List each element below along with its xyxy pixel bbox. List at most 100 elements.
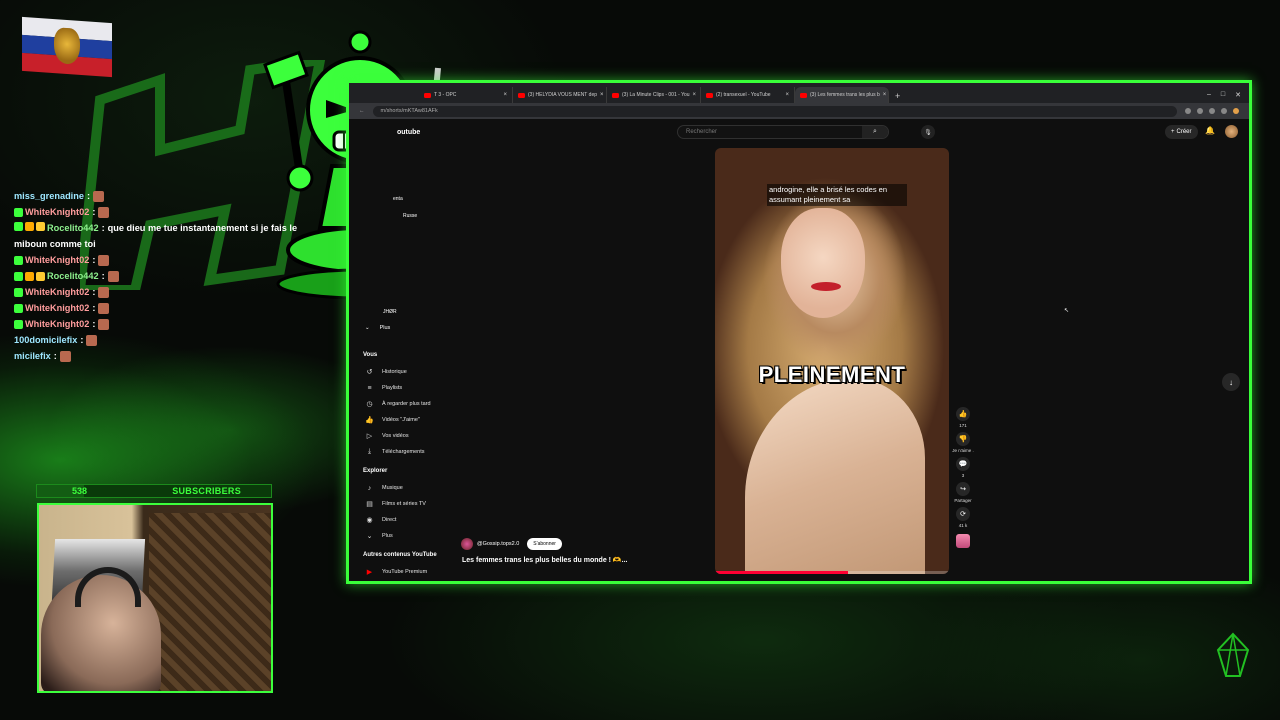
maximize-button[interactable]: □ [1221, 91, 1225, 99]
close-window-button[interactable]: ✕ [1235, 91, 1241, 99]
chat-emote-icon [107, 270, 119, 282]
chat-message: WhiteKnight02: [14, 252, 324, 268]
badge-icon [14, 303, 23, 313]
share-button[interactable]: ↪ [956, 482, 970, 496]
extension-icon[interactable] [1185, 108, 1191, 114]
coat-of-arms-icon [54, 27, 80, 65]
remix-button[interactable]: ⟳ [956, 507, 970, 521]
action-label: 41 k [958, 523, 968, 528]
browser-tab[interactable]: T 3 - OPC × [419, 87, 513, 103]
extension-icon[interactable] [1221, 108, 1227, 114]
close-tab-icon[interactable]: × [500, 92, 507, 98]
dislike-button[interactable]: 👎 [956, 432, 970, 446]
chat-emote-icon [98, 206, 110, 218]
chat-username[interactable]: WhiteKnight02 [25, 316, 89, 332]
sidebar-item[interactable]: ♪ Musique [359, 480, 449, 496]
badge-icon [36, 222, 45, 231]
youtube-logo-partial[interactable]: outube [397, 129, 420, 136]
next-short-button[interactable]: ↓ [1222, 373, 1240, 391]
avatar[interactable] [1225, 125, 1238, 138]
badge-icon [25, 271, 34, 281]
create-button[interactable]: + Créer [1165, 125, 1198, 139]
chat-username[interactable]: WhiteKnight02 [25, 284, 89, 300]
sound-thumbnail[interactable] [956, 534, 970, 548]
browser-tab[interactable]: (3) La Minute Clips - 001 - You × [607, 87, 701, 103]
chat-username[interactable]: 100domicilefix [14, 332, 77, 348]
sidebar-item[interactable]: ▷ Vos vidéos [359, 428, 449, 444]
video-progress-bar[interactable] [715, 571, 949, 574]
comments-button[interactable]: 💬 [956, 457, 970, 471]
youtube-favicon-icon [612, 92, 619, 98]
badge-icon [14, 222, 23, 231]
back-icon[interactable]: ← [359, 108, 365, 114]
wall-painting [149, 513, 271, 691]
create-label: Créer [1176, 129, 1192, 135]
close-tab-icon[interactable]: × [690, 92, 697, 98]
browser-tab[interactable]: (2) transexuel - YouTube × [701, 87, 795, 103]
notifications-bell-icon[interactable]: 🔔 [1205, 126, 1215, 135]
close-tab-icon[interactable]: × [782, 92, 789, 98]
sidebar-section-title[interactable]: Vous [363, 352, 449, 358]
sidebar-item-partial[interactable]: enta [393, 196, 403, 202]
clock-icon: ◷ [366, 401, 373, 408]
chat-emote-icon [98, 302, 110, 314]
extension-icon[interactable] [1197, 108, 1203, 114]
extension-icon[interactable] [1209, 108, 1215, 114]
chat-username[interactable]: WhiteKnight02 [25, 204, 89, 220]
sidebar-item[interactable]: ↺ Historique [359, 364, 449, 380]
sidebar-item[interactable]: ▶ YouTube Premium [359, 564, 449, 580]
sidebar-section-title[interactable]: Explorer [363, 468, 449, 474]
chat-username[interactable]: WhiteKnight02 [25, 300, 89, 316]
profile-icon[interactable] [1233, 108, 1239, 114]
channel-name[interactable]: @Gossip.tops2.0 [477, 541, 519, 547]
sidebar-item[interactable]: ⌄ Plus [359, 528, 449, 544]
close-tab-icon[interactable]: × [597, 92, 604, 98]
sidebar-item[interactable]: 👍 Vidéos "J'aime" [359, 412, 449, 428]
channel-avatar[interactable] [461, 538, 473, 550]
live-icon: ◉ [366, 517, 373, 524]
badge-icon [14, 319, 23, 329]
tab-title: (3) HELYDIA VOUS MENT dep [528, 92, 598, 98]
mic-icon[interactable]: 🎙 [921, 125, 935, 139]
close-tab-icon[interactable]: × [880, 92, 887, 98]
sidebar-item-more[interactable]: ⌄ Plus [365, 325, 390, 331]
sidebar-item[interactable]: ≡ Playlists [359, 380, 449, 396]
subscriber-goal-bar: 538 SUBSCRIBERS [36, 484, 272, 498]
sidebar-item[interactable]: ⤓ Téléchargements [359, 444, 449, 460]
badge-icon [14, 271, 23, 281]
sidebar-item-partial[interactable]: Russe [403, 213, 417, 219]
sidebar-item[interactable]: ◷ À regarder plus tard [359, 396, 449, 412]
browser-tab[interactable]: (3) HELYDIA VOUS MENT dep × [513, 87, 607, 103]
chat-username[interactable]: WhiteKnight02 [25, 252, 89, 268]
chat-separator: : [92, 287, 96, 297]
youtube-favicon-icon [424, 92, 431, 98]
url-field[interactable]: m/shorts/mKTAw81AFk [372, 105, 1177, 117]
chat-message: Rocelito442: que dieu me tue instantaneme… [14, 220, 324, 252]
chat-username[interactable]: micilefix [14, 348, 51, 364]
corner-chess-logo-icon [1216, 632, 1250, 677]
video-caption: androgine, elle a brisé les codes en ass… [767, 184, 907, 206]
dress [745, 378, 925, 574]
search-icon[interactable]: ⌕ [862, 126, 888, 138]
new-tab-button[interactable]: + [889, 91, 906, 103]
sidebar-item-label: Vos vidéos [382, 433, 409, 439]
history-icon: ↺ [366, 369, 373, 376]
chat-username[interactable]: miss_grenadine [14, 188, 84, 204]
chat-username[interactable]: Rocelito442 [47, 268, 99, 284]
short-title[interactable]: Les femmes trans les plus belles du mond… [462, 556, 627, 564]
chat-username[interactable]: Rocelito442 [47, 223, 99, 233]
minimize-button[interactable]: – [1207, 91, 1211, 99]
search-input[interactable]: Rechercher ⌕ [677, 125, 889, 139]
subscribe-button[interactable]: S'abonner [527, 538, 562, 550]
tab-title: T 3 - OPC [434, 92, 457, 98]
sidebar-section-title[interactable]: Autres contenus YouTube [363, 552, 449, 558]
action-label: 3 [961, 473, 965, 478]
chat-emote-icon [98, 254, 110, 266]
sidebar-item-partial[interactable]: JHØR [383, 309, 397, 315]
like-button[interactable]: 👍 [956, 407, 970, 421]
browser-tab[interactable]: (3) Les femmes trans les plus b × [795, 87, 889, 103]
short-video-player[interactable]: androgine, elle a brisé les codes en ass… [715, 148, 949, 574]
sidebar-item[interactable]: ◉ Direct [359, 512, 449, 528]
youtube-premium-icon: ▶ [366, 569, 373, 576]
sidebar-item[interactable]: ▤ Films et séries TV [359, 496, 449, 512]
